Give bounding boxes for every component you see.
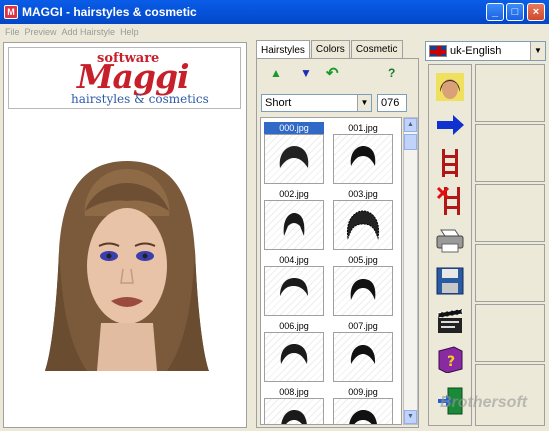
title-bar: M MAGGI - hairstyles & cosmetic _ □ × [0,0,549,24]
thumbnail-label: 003.jpg [333,188,393,200]
hairstyle-thumbnail [333,134,393,184]
thumbnail-item[interactable]: 008.jpg [264,386,324,424]
move-up-button[interactable]: ▲ [270,66,282,80]
thumbnail-label: 000.jpg [264,122,324,134]
ladder-delete-icon[interactable] [433,184,467,218]
face-icon[interactable] [433,70,467,104]
scene-take-icon[interactable] [433,304,467,338]
minimize-button[interactable]: _ [486,3,504,21]
svg-text:?: ? [447,354,455,370]
hairstyle-thumbnail [264,200,324,250]
thumbnail-item[interactable]: 002.jpg [264,188,324,250]
app-icon: M [4,5,18,19]
hairstyle-thumbnail [333,398,393,424]
tab-hairstyles[interactable]: Hairstyles [256,40,310,59]
grid-scrollbar[interactable]: ▲ ▼ [403,117,418,425]
language-select[interactable]: uk-English ▼ [425,41,546,61]
thumbnail-label: 009.jpg [333,386,393,398]
slot-box[interactable] [475,244,545,302]
close-button[interactable]: × [527,3,545,21]
thumbnail-label: 007.jpg [333,320,393,332]
menu-help[interactable]: Help [120,27,139,37]
printer-icon[interactable] [433,224,467,258]
hairstyle-thumbnail [264,134,324,184]
category-value: Short [265,97,292,109]
thumbnail-label: 002.jpg [264,188,324,200]
watermark: Brothersoft [440,394,528,411]
scroll-up-button[interactable]: ▲ [404,118,417,132]
menu-preview[interactable]: Preview [25,27,57,37]
thumbnail-item[interactable]: 000.jpg [264,122,324,184]
thumbnail-label: 005.jpg [333,254,393,266]
menu-file[interactable]: File [5,27,20,37]
ladder-icon[interactable] [433,146,467,180]
maximize-button[interactable]: □ [506,3,524,21]
menu-bar: File Preview Add Hairstyle Help [0,24,549,40]
save-disk-icon[interactable] [433,264,467,298]
scroll-thumb[interactable] [404,134,417,150]
arrow-right-icon[interactable] [433,108,467,142]
hairstyle-thumbnail [264,398,324,424]
face-preview-image[interactable] [37,141,217,371]
help-button[interactable]: ? [388,66,395,80]
slot-box[interactable] [475,124,545,182]
thumbnail-item[interactable]: 005.jpg [333,254,393,316]
tab-cosmetic[interactable]: Cosmetic [350,40,403,58]
thumbnail-label: 008.jpg [264,386,324,398]
thumbnail-item[interactable]: 004.jpg [264,254,324,316]
window-title: MAGGI - hairstyles & cosmetic [22,5,197,19]
menu-add-hairstyle[interactable]: Add Hairstyle [62,27,116,37]
thumbnail-item[interactable]: 007.jpg [333,320,393,382]
thumbnail-item[interactable]: 009.jpg [333,386,393,424]
scroll-down-button[interactable]: ▼ [404,410,417,424]
thumbnail-label: 004.jpg [264,254,324,266]
tab-colors[interactable]: Colors [310,40,350,58]
language-value: uk-English [450,45,502,57]
hairstyle-thumbnail [333,332,393,382]
thumbnail-label: 001.jpg [333,122,393,134]
chevron-down-icon[interactable]: ▼ [530,42,545,60]
chevron-down-icon[interactable]: ▼ [357,95,371,111]
category-select[interactable]: Short ▼ [261,94,372,112]
hairstyle-thumbnail [333,200,393,250]
model-portrait [45,161,209,371]
hairstyle-thumbnail [264,332,324,382]
thumbnail-item[interactable]: 003.jpg [333,188,393,250]
move-down-button[interactable]: ▼ [300,66,312,80]
logo-brand-text: Maggi [77,57,190,96]
count-field[interactable]: 076 [377,94,407,112]
hairstyle-thumbnail [333,266,393,316]
logo-tagline: hairstyles & cosmetics [71,92,209,106]
slot-box[interactable] [475,64,545,122]
tab-strip: Hairstyles Colors Cosmetic [256,40,404,59]
undo-button[interactable]: ↶ [326,64,339,82]
slot-box[interactable] [475,304,545,362]
help-book-icon[interactable]: ? [433,342,467,376]
hairstyle-thumbnail [264,266,324,316]
thumbnail-item[interactable]: 006.jpg [264,320,324,382]
thumbnail-label: 006.jpg [264,320,324,332]
slot-box[interactable] [475,184,545,242]
uk-flag-icon [429,45,447,57]
hairstyle-grid: 000.jpg 001.jpg 002.jpg 003.jpg 004.jpg … [260,117,402,425]
thumbnail-item[interactable]: 001.jpg [333,122,393,184]
maggi-logo: software Maggi hairstyles & cosmetics [8,47,241,109]
